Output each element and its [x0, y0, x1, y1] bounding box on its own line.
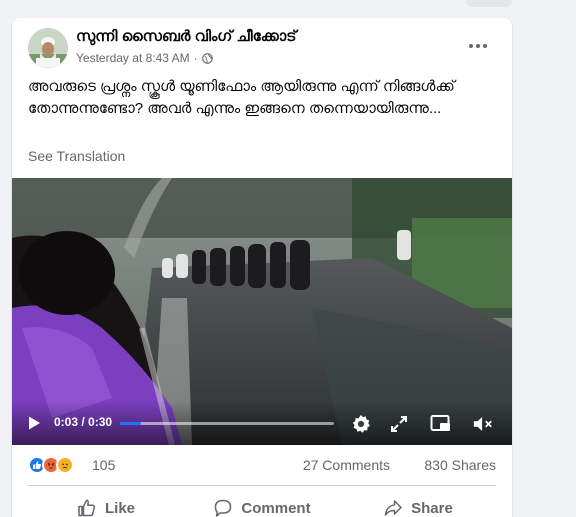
see-translation-link[interactable]: See Translation — [28, 148, 125, 164]
fullscreen-icon[interactable] — [388, 413, 410, 435]
post-text: അവരുടെ പ്രശ്നം സ്കൂൾ യൂണിഫോം ആയിരുന്നു എ… — [28, 78, 455, 117]
meta-separator: · — [193, 51, 198, 65]
video-player[interactable]: 0:03 / 0:30 — [12, 178, 512, 445]
video-controls: 0:03 / 0:30 — [12, 401, 512, 445]
comments-count[interactable]: 27 Comments — [303, 457, 390, 473]
play-icon[interactable] — [26, 415, 42, 431]
avatar-image — [28, 28, 68, 68]
like-button[interactable]: Like — [28, 490, 184, 517]
shares-count[interactable]: 830 Shares — [424, 457, 496, 473]
like-label: Like — [104, 499, 135, 517]
post-stats: 105 27 Comments 830 Shares — [28, 454, 496, 478]
settings-icon[interactable] — [350, 413, 372, 435]
top-bar-fragment — [466, 0, 512, 7]
more-options-button[interactable] — [462, 32, 494, 60]
share-arrow-icon — [384, 500, 402, 516]
post-actions: Like Comment Share — [28, 490, 496, 517]
reaction-icons[interactable] — [28, 456, 74, 474]
post-header: സുന്നി സൈബർ വിംഗ് ചീക്കോട് Yesterday at … — [12, 18, 512, 68]
globe-icon[interactable] — [201, 52, 213, 64]
video-progress-bar[interactable] — [120, 422, 334, 425]
share-button[interactable]: Share — [340, 490, 496, 517]
post-timestamp[interactable]: Yesterday at 8:43 AM — [76, 51, 190, 65]
more-options-icon — [469, 44, 487, 48]
thumbs-up-icon — [78, 499, 96, 517]
sad-reaction-icon — [56, 456, 74, 474]
share-label: Share — [411, 499, 453, 517]
video-progress-fill — [120, 422, 142, 425]
picture-in-picture-icon[interactable] — [430, 413, 452, 435]
video-time: 0:03 / 0:30 — [54, 415, 113, 429]
comment-button[interactable]: Comment — [184, 490, 340, 517]
stats-divider — [28, 485, 496, 486]
reaction-count[interactable]: 105 — [92, 457, 115, 473]
post-card: സുന്നി സൈബർ വിംഗ് ചീക്കോട് Yesterday at … — [12, 18, 512, 517]
comment-label: Comment — [241, 499, 311, 517]
page-name-link[interactable]: സുന്നി സൈബർ വിംഗ് ചീക്കോട് — [76, 28, 296, 45]
page-avatar[interactable] — [28, 28, 68, 68]
muted-icon[interactable] — [472, 413, 494, 435]
post-meta: Yesterday at 8:43 AM · — [76, 51, 213, 65]
comment-icon — [215, 499, 232, 517]
